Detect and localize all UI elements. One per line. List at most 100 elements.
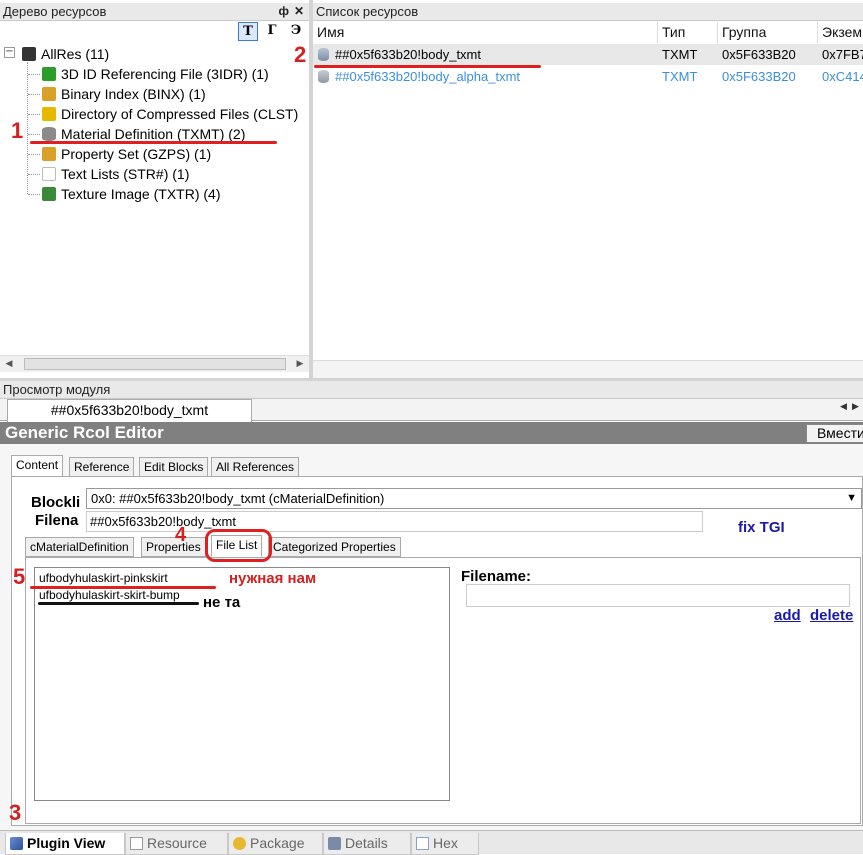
fix-tgi-link[interactable]: fix TGI [738, 519, 785, 536]
subtab-cmaterialdefinition[interactable]: cMaterialDefinition [25, 537, 134, 557]
annotation-underline-1 [30, 141, 277, 144]
subtab-categorized-properties[interactable]: Categorized Properties [268, 537, 401, 557]
folder-gear-icon [42, 107, 56, 121]
document-tab-label: ##0x5f633b20!body_txmt [50, 402, 209, 418]
tab-scroll-right-icon[interactable]: ▶ [852, 402, 859, 412]
row-instance: 0x7FB7 [822, 47, 863, 62]
tab-all-references[interactable]: All References [211, 457, 300, 477]
tab-label: All References [216, 460, 295, 474]
list-scrollbar[interactable] [313, 360, 863, 378]
resource-tree-title: Дерево ресурсов [3, 4, 107, 19]
list-item[interactable]: ufbodyhulaskirt-skirt-bump [39, 588, 180, 602]
module-view-title-bar: Просмотр модуля [0, 381, 863, 399]
filename-field-label: Filename: [461, 568, 532, 585]
filename-label: Filena [35, 512, 79, 529]
tab-label: Hex [433, 835, 458, 851]
filename-input-value: ##0x5f633b20!body_txmt [90, 514, 236, 529]
tab-label: Properties [146, 540, 201, 554]
tree-item[interactable]: Property Set (GZPS) (1) [42, 144, 211, 164]
toolbar-button-g[interactable]: Г [262, 22, 282, 41]
column-header-type[interactable]: Тип [658, 22, 718, 43]
blocklist-label: Blockli [31, 494, 81, 511]
tree-item-label: Property Set (GZPS) (1) [61, 146, 212, 162]
tree-root-item[interactable]: AllRes (11) [22, 44, 109, 64]
tree-item[interactable]: Binary Index (BINX) (1) [42, 84, 206, 104]
annotation-number-3: 3 [9, 800, 22, 825]
tree-item[interactable]: Texture Image (TXTR) (4) [42, 184, 220, 204]
add-link[interactable]: add [774, 607, 801, 624]
download-icon [42, 67, 56, 81]
scroll-thumb[interactable] [24, 358, 286, 370]
row-name: ##0x5f633b20!body_alpha_txmt [335, 69, 521, 84]
tree-item-label: Material Definition (TXMT) (2) [61, 126, 246, 142]
tree-scrollbar[interactable]: ◀ ▶ [0, 355, 309, 372]
editor-title: Generic Rcol Editor [5, 423, 164, 442]
tree-item[interactable]: Directory of Compressed Files (CLST) [42, 104, 298, 124]
tree-expander[interactable]: − [4, 47, 15, 58]
chevron-down-icon[interactable]: ▼ [846, 489, 857, 508]
tab-content[interactable]: Content [11, 455, 64, 477]
resource-tree-title-bar: Дерево ресурсов ф ✕ [0, 3, 309, 21]
tab-hex[interactable]: Hex [411, 833, 479, 855]
blocklist-select[interactable]: 0x0: ##0x5f633b20!body_txmt (cMaterialDe… [86, 488, 862, 509]
annotation-underline-2 [314, 65, 541, 68]
tree-toolbar: Т Г Э [238, 22, 308, 42]
tree-connector [28, 74, 40, 75]
hex-icon [416, 837, 429, 850]
tree-item-label: Texture Image (TXTR) (4) [61, 186, 221, 202]
tab-label: Content [16, 458, 59, 472]
annotation-number-1: 1 [11, 118, 24, 143]
tab-details[interactable]: Details [323, 833, 411, 855]
tree-item[interactable]: 3D ID Referencing File (3IDR) (1) [42, 64, 269, 84]
tab-package[interactable]: Package [228, 833, 323, 855]
row-group: 0x5F633B20 [722, 69, 796, 84]
filename-field-input[interactable] [466, 584, 850, 607]
tree-item-label: Text Lists (STR#) (1) [61, 166, 190, 182]
tree-item-label: Directory of Compressed Files (CLST) [61, 106, 299, 122]
table-row[interactable]: ##0x5f633b20!body_txmt TXMT 0x5F633B20 0… [313, 44, 863, 65]
toolbar-button-e[interactable]: Э [286, 22, 306, 41]
tab-resource[interactable]: Resource [125, 833, 228, 855]
column-header-name[interactable]: Имя [313, 22, 658, 43]
bottom-tab-bar: Plugin View Resource Package Details Hex [0, 830, 863, 855]
tab-edit-blocks[interactable]: Edit Blocks [139, 457, 209, 477]
scroll-left-icon[interactable]: ◀ [2, 357, 16, 371]
tree-connector [28, 94, 40, 95]
tree-connector [28, 154, 40, 155]
tab-reference[interactable]: Reference [69, 457, 135, 477]
toolbar-button-t[interactable]: Т [238, 22, 258, 41]
tree-item[interactable]: Text Lists (STR#) (1) [42, 164, 189, 184]
insert-button[interactable]: Вмести [806, 424, 863, 443]
annotation-number-2: 2 [294, 42, 307, 67]
blocklist-value: 0x0: ##0x5f633b20!body_txmt (cMaterialDe… [91, 491, 385, 506]
list-item[interactable]: ufbodyhulaskirt-pinkskirt [39, 571, 168, 585]
tree-item-label: AllRes (11) [41, 46, 110, 62]
module-view-title: Просмотр модуля [3, 382, 111, 397]
insert-button-label: Вмести [817, 425, 863, 441]
resource-list-title: Список ресурсов [316, 4, 419, 19]
subtab-properties[interactable]: Properties [141, 537, 206, 557]
pin-icon[interactable]: ф [279, 3, 290, 20]
row-name: ##0x5f633b20!body_txmt [335, 47, 481, 62]
close-icon[interactable]: ✕ [294, 3, 304, 20]
tab-plugin-view[interactable]: Plugin View [5, 833, 125, 855]
row-type: TXMT [662, 47, 698, 62]
annotation-needed-label: нужная нам [229, 570, 317, 587]
tab-scroll-left-icon[interactable]: ◀ [840, 402, 847, 412]
tab-label: Edit Blocks [144, 460, 204, 474]
annotation-number-5: 5 [13, 564, 26, 589]
table-row[interactable]: ##0x5f633b20!body_alpha_txmt TXMT 0x5F63… [313, 66, 863, 87]
image-icon [42, 187, 56, 201]
tab-label: cMaterialDefinition [30, 540, 129, 554]
column-header-instance[interactable]: Экзем [818, 22, 863, 43]
scroll-right-icon[interactable]: ▶ [293, 357, 307, 371]
document-tab[interactable]: ##0x5f633b20!body_txmt [7, 399, 252, 422]
tree-connector [28, 114, 40, 115]
package-icon [233, 837, 246, 850]
tab-label: Reference [74, 460, 130, 474]
column-header-group[interactable]: Группа [718, 22, 818, 43]
index-icon [42, 87, 56, 101]
annotation-not-it-label: не та [203, 594, 241, 611]
tree-item-label: 3D ID Referencing File (3IDR) (1) [61, 66, 269, 82]
delete-link[interactable]: delete [810, 607, 863, 624]
